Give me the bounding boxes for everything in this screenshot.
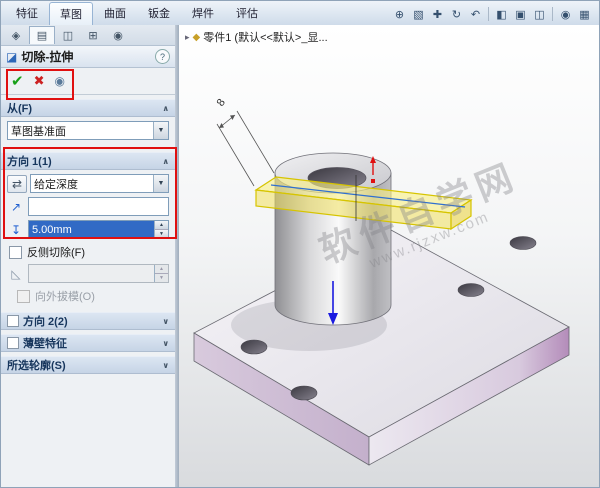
section-selected-contours-header[interactable]: 所选轮廓(S) ∨ — [1, 356, 175, 374]
spin-up-icon: ▲ — [155, 265, 168, 273]
draft-icon: ◺ — [11, 266, 21, 281]
view-toolbar: ⊕ ▧ ✚ ↻ ↶ ◧ ▣ ◫ ◉ ▦ — [391, 6, 599, 25]
solidworks-window: 特征 草图 曲面 钣金 焊件 评估 ⊕ ▧ ✚ ↻ ↶ ◧ ▣ ◫ ◉ ▦ ◈ — [0, 0, 600, 488]
chevron-up-icon: ∧ — [162, 156, 170, 166]
reverse-direction-button[interactable]: ⇄ — [7, 174, 27, 193]
property-manager-panel: ◈ ▤ ◫ ⊞ ◉ ◪ 切除-拉伸 ? ✔ ✖ ◉ 从(F) ∧ 草图基准面 ▼… — [1, 25, 175, 487]
start-condition-dropdown[interactable]: 草图基准面 ▼ — [7, 121, 169, 140]
section-direction2-header[interactable]: 方向 2(2) ∨ — [1, 312, 175, 330]
start-condition-value: 草图基准面 — [11, 125, 66, 138]
tab-sketch[interactable]: 草图 — [49, 2, 93, 25]
dimension-8[interactable] — [216, 110, 275, 187]
dimxpert-manager-tab-icon[interactable]: ⊞ — [81, 27, 105, 44]
ribbon-bar: 特征 草图 曲面 钣金 焊件 评估 ⊕ ▧ ✚ ↻ ↶ ◧ ▣ ◫ ◉ ▦ — [1, 1, 599, 26]
chevron-down-icon: ∨ — [162, 316, 170, 326]
depth-input[interactable]: 5.00mm ▲ ▼ — [28, 220, 169, 239]
depth-icon: ↧ — [10, 222, 22, 237]
rotate-view-icon[interactable]: ↻ — [448, 6, 465, 22]
section-thin-feature-header[interactable]: 薄壁特征 ∨ — [1, 334, 175, 352]
feature-title-bar: ◪ 切除-拉伸 ? — [1, 46, 175, 68]
section-view-icon[interactable]: ◧ — [493, 6, 510, 22]
sketch-point[interactable] — [371, 179, 375, 183]
part-name[interactable]: 零件1 (默认<<默认>_显... — [203, 29, 327, 45]
dropdown-arrow-icon: ▼ — [153, 175, 168, 192]
section-thin-feature-label: 薄壁特征 — [23, 338, 67, 350]
zoom-fit-icon[interactable]: ⊕ — [391, 6, 408, 22]
tab-surfaces[interactable]: 曲面 — [93, 1, 137, 25]
feature-manager-tab-icon[interactable]: ◈ — [4, 27, 28, 44]
tab-weldments[interactable]: 焊件 — [181, 1, 225, 25]
feature-tree-root[interactable]: ▸ ◆ 零件1 (默认<<默认>_显... — [185, 29, 328, 45]
tab-features[interactable]: 特征 — [5, 1, 49, 25]
end-condition-value: 给定深度 — [34, 178, 78, 191]
section-direction1-label: 方向 1(1) — [7, 156, 52, 168]
previous-view-icon[interactable]: ↶ — [467, 6, 484, 22]
part-icon: ◆ — [192, 31, 201, 43]
toolbar-separator — [488, 7, 489, 21]
spin-down-icon: ▼ — [155, 273, 168, 282]
draft-outward-checkbox — [17, 289, 30, 303]
display-style-icon[interactable]: ◫ — [531, 6, 548, 22]
direction2-checkbox[interactable] — [7, 315, 19, 327]
expander-icon[interactable]: ▸ — [185, 32, 190, 43]
chevron-down-icon: ∨ — [162, 338, 170, 348]
draft-angle-input: ▲ ▼ — [28, 264, 169, 283]
flip-side-label: 反侧切除(F) — [27, 247, 86, 259]
configuration-manager-tab-icon[interactable]: ◫ — [56, 27, 80, 44]
cancel-button[interactable]: ✖ — [34, 73, 45, 89]
end-condition-dropdown[interactable]: 给定深度 ▼ — [30, 174, 169, 193]
spin-up-icon[interactable]: ▲ — [155, 221, 168, 229]
help-icon[interactable]: ? — [155, 49, 170, 64]
model-view[interactable]: 8 — [179, 25, 599, 487]
depth-spinner[interactable]: ▲ ▼ — [154, 221, 168, 238]
flip-side-checkbox[interactable] — [9, 245, 22, 259]
cut-extrude-icon: ◪ — [6, 49, 18, 64]
spin-down-icon[interactable]: ▼ — [155, 229, 168, 238]
tab-sheet-metal[interactable]: 钣金 — [137, 1, 181, 25]
draft-angle-value — [29, 265, 154, 282]
chevron-up-icon: ∧ — [162, 103, 170, 113]
property-manager-tab-icon[interactable]: ▤ — [29, 26, 55, 44]
ribbon-tabs: 特征 草图 曲面 钣金 焊件 评估 — [1, 1, 269, 25]
feature-title: 切除-拉伸 — [21, 50, 74, 64]
detailed-preview-button[interactable]: ◉ — [54, 74, 64, 88]
confirm-button[interactable]: ✔ — [11, 72, 24, 90]
direction-reference-icon: ↗ — [10, 199, 22, 214]
section-from-label: 从(F) — [7, 103, 33, 115]
view-orientation-icon[interactable]: ▣ — [512, 6, 529, 22]
dropdown-arrow-icon: ▼ — [153, 122, 168, 139]
manager-tab-strip: ◈ ▤ ◫ ⊞ ◉ — [1, 25, 175, 46]
depth-value: 5.00mm — [29, 221, 154, 238]
graphics-area[interactable]: 8 软件自学网 www.rjzxw.com ▸ ◆ 零件1 (默认<<默认>_显… — [179, 25, 599, 487]
section-direction1-header[interactable]: 方向 1(1) ∧ — [1, 152, 175, 170]
section-from-header[interactable]: 从(F) ∧ — [1, 99, 175, 117]
chevron-down-icon: ∨ — [162, 360, 170, 370]
hide-show-items-icon[interactable]: ◉ — [557, 6, 574, 22]
section-direction2-label: 方向 2(2) — [23, 316, 68, 328]
tab-evaluate[interactable]: 评估 — [225, 1, 269, 25]
pan-icon[interactable]: ✚ — [429, 6, 446, 22]
draft-outward-label: 向外拔模(O) — [35, 291, 95, 303]
toolbar-separator — [552, 7, 553, 21]
section-selected-contours-label: 所选轮廓(S) — [7, 360, 66, 372]
dimension-8-text[interactable]: 8 — [215, 97, 228, 109]
apply-scene-icon[interactable]: ▦ — [576, 6, 593, 22]
pm-buttons-row: ✔ ✖ ◉ — [1, 68, 175, 95]
direction-reference-selection-box[interactable] — [28, 197, 169, 216]
thin-feature-checkbox[interactable] — [7, 337, 19, 349]
display-manager-tab-icon[interactable]: ◉ — [106, 27, 130, 44]
draft-spinner: ▲ ▼ — [154, 265, 168, 282]
zoom-area-icon[interactable]: ▧ — [410, 6, 427, 22]
